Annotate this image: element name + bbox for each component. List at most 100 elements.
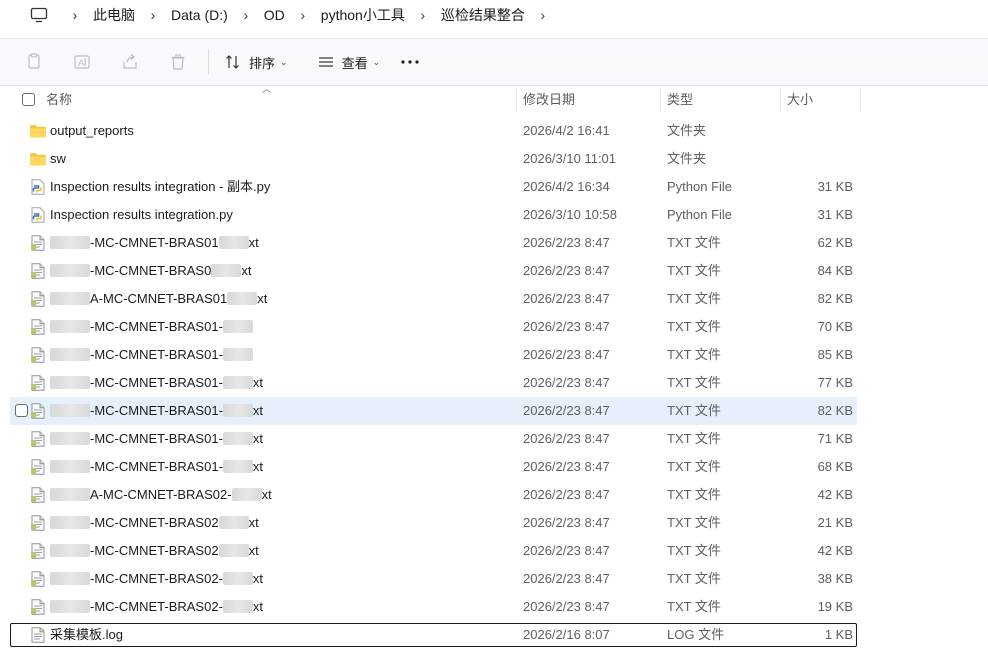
redacted-text (222, 460, 253, 473)
breadcrumb-this-pc[interactable]: 此电脑 (84, 5, 144, 25)
file-name[interactable]: -MC-CMNET-BRAS01- xt (50, 397, 510, 425)
redacted-text (50, 600, 90, 613)
file-row[interactable]: -MC-CMNET-BRAS01- 2026/2/23 8:47 TXT 文件 85 … (0, 341, 988, 369)
file-name[interactable]: sw (50, 145, 510, 173)
row-checkbox[interactable] (15, 404, 28, 417)
file-size: 82 KB (817, 403, 853, 418)
view-button[interactable]: 查看 ⌄ (308, 46, 391, 78)
view-label: 查看 (341, 55, 368, 71)
breadcrumb-data-drive[interactable]: Data (D:) (162, 7, 237, 23)
text-file-icon (29, 291, 47, 307)
file-name-suffix: xt (248, 543, 259, 558)
redacted-text (222, 572, 253, 585)
delete-icon[interactable] (154, 38, 202, 86)
file-row[interactable]: Inspection results integration - 副本.py 20… (0, 173, 988, 201)
file-name[interactable]: Inspection results integration - 副本.py (50, 173, 510, 201)
rename-icon[interactable]: A (58, 38, 106, 86)
breadcrumb-separator[interactable]: › (534, 7, 552, 23)
breadcrumb-separator[interactable]: › (237, 7, 255, 23)
file-size: 31 KB (817, 207, 853, 222)
file-name[interactable]: -MC-CMNET-BRAS02 xt (50, 537, 510, 565)
file-name[interactable]: 采集模板.log (50, 621, 510, 649)
file-name[interactable]: Inspection results integration.py (50, 201, 510, 229)
file-size: 21 KB (817, 515, 853, 530)
modified-date: 2026/2/23 8:47 (523, 487, 610, 502)
file-name-suffix: xt (252, 599, 264, 614)
file-size: 70 KB (817, 319, 853, 334)
share-icon[interactable] (106, 38, 154, 86)
file-row[interactable]: -MC-CMNET-BRAS02 xt 2026/2/23 8:47 TXT 文件 21… (0, 509, 988, 537)
column-header-type[interactable]: 类型 (661, 86, 779, 114)
file-name[interactable]: -MC-CMNET-BRAS0 xt (50, 257, 510, 285)
breadcrumb-od[interactable]: OD (255, 7, 294, 23)
breadcrumb-separator[interactable]: › (144, 7, 162, 23)
file-row[interactable]: -MC-CMNET-BRAS02 xt 2026/2/23 8:47 TXT 文件 42… (0, 537, 988, 565)
file-row[interactable]: -MC-CMNET-BRAS02- xt 2026/2/23 8:47 TXT 文件 1… (0, 593, 988, 621)
file-row[interactable]: -MC-CMNET-BRAS01- xt 2026/2/23 8:47 TXT 文件 7… (0, 369, 988, 397)
text-file-icon (29, 263, 47, 279)
file-name[interactable]: -MC-CMNET-BRAS01- xt (50, 453, 510, 481)
folder-row[interactable]: output_reports 2026/4/2 16:41 文件夹 (0, 117, 988, 145)
file-name[interactable]: A-MC-CMNET-BRAS01 xt (50, 285, 510, 313)
file-type: TXT 文件 (667, 487, 721, 502)
file-name[interactable]: -MC-CMNET-BRAS02- xt (50, 565, 510, 593)
file-name[interactable]: -MC-CMNET-BRAS02 xt (50, 509, 510, 537)
toolbar-divider (208, 49, 209, 75)
file-name[interactable]: -MC-CMNET-BRAS01- xt (50, 369, 510, 397)
address-bar[interactable]: › 此电脑 › Data (D:) › OD › python小工具 › 巡检结… (0, 0, 988, 30)
file-name-text: -MC-CMNET-BRAS01- (90, 375, 223, 390)
sort-button[interactable]: 排序 ⌄ (215, 46, 298, 78)
modified-date: 2026/2/23 8:47 (523, 319, 610, 334)
file-row[interactable]: -MC-CMNET-BRAS02- xt 2026/2/23 8:47 TXT 文件 3… (0, 565, 988, 593)
more-options-button[interactable] (390, 46, 430, 78)
breadcrumb-python-tools[interactable]: python小工具 (312, 5, 414, 25)
file-size: 85 KB (817, 347, 853, 362)
file-name-text: sw (50, 151, 66, 166)
file-size: 71 KB (817, 431, 853, 446)
breadcrumb-current-folder[interactable]: 巡检结果整合 (432, 5, 534, 25)
file-name-text: -MC-CMNET-BRAS01- (90, 431, 223, 446)
file-size: 1 KB (824, 627, 853, 642)
file-row[interactable]: Inspection results integration.py 2026/3/… (0, 201, 988, 229)
file-row[interactable]: -MC-CMNET-BRAS01- 2026/2/23 8:47 TXT 文件 70 … (0, 313, 988, 341)
file-row[interactable]: A-MC-CMNET-BRAS02- xt 2026/2/23 8:47 TXT 文件… (0, 481, 988, 509)
file-name[interactable]: -MC-CMNET-BRAS01- (50, 313, 510, 341)
svg-text:A: A (78, 58, 84, 68)
modified-date: 2026/2/23 8:47 (523, 459, 610, 474)
redacted-text (50, 572, 90, 585)
file-name[interactable]: -MC-CMNET-BRAS01- xt (50, 425, 510, 453)
file-name[interactable]: output_reports (50, 117, 510, 145)
file-name[interactable]: A-MC-CMNET-BRAS02- xt (50, 481, 510, 509)
text-file-icon (29, 599, 47, 615)
column-header-name[interactable]: 名称 (40, 86, 514, 114)
file-name[interactable]: -MC-CMNET-BRAS01- (50, 341, 510, 369)
breadcrumb-separator[interactable]: › (414, 7, 432, 23)
file-list: output_reports 2026/4/2 16:41 文件夹 sw 2026/3/… (0, 117, 988, 649)
file-type: 文件夹 (667, 123, 707, 138)
file-row[interactable]: -MC-CMNET-BRAS01 xt 2026/2/23 8:47 TXT 文件 62… (0, 229, 988, 257)
select-all-checkbox[interactable] (22, 93, 35, 106)
file-row[interactable]: -MC-CMNET-BRAS01- xt 2026/2/23 8:47 TXT 文件 8… (0, 397, 988, 425)
column-header-size[interactable]: 大小 (781, 86, 859, 114)
file-name-text: A-MC-CMNET-BRAS02- (90, 487, 232, 502)
copy-icon[interactable] (10, 38, 58, 86)
breadcrumb-separator[interactable]: › (294, 7, 312, 23)
column-divider[interactable] (860, 88, 861, 112)
redacted-text (222, 600, 253, 613)
file-row[interactable]: -MC-CMNET-BRAS0 xt 2026/2/23 8:47 TXT 文件 84 … (0, 257, 988, 285)
folder-row[interactable]: sw 2026/3/10 11:01 文件夹 (0, 145, 988, 173)
file-name[interactable]: -MC-CMNET-BRAS01 xt (50, 229, 510, 257)
text-file-icon (29, 459, 47, 475)
file-name-text: -MC-CMNET-BRAS01- (90, 403, 223, 418)
this-pc-icon[interactable] (30, 7, 48, 23)
file-row[interactable]: 采集模板.log 2026/2/16 8:07 LOG 文件 1 KB (0, 621, 988, 649)
text-file-icon (29, 515, 47, 531)
file-row[interactable]: A-MC-CMNET-BRAS01 xt 2026/2/23 8:47 TXT 文件 8… (0, 285, 988, 313)
breadcrumb-separator[interactable]: › (66, 7, 84, 23)
file-name[interactable]: -MC-CMNET-BRAS02- xt (50, 593, 510, 621)
file-type: TXT 文件 (667, 431, 721, 446)
command-bar: A 排序 ⌄ 查看 ⌄ (0, 38, 988, 86)
file-row[interactable]: -MC-CMNET-BRAS01- xt 2026/2/23 8:47 TXT 文件 7… (0, 425, 988, 453)
column-header-date[interactable]: 修改日期 (517, 86, 659, 114)
file-row[interactable]: -MC-CMNET-BRAS01- xt 2026/2/23 8:47 TXT 文件 6… (0, 453, 988, 481)
